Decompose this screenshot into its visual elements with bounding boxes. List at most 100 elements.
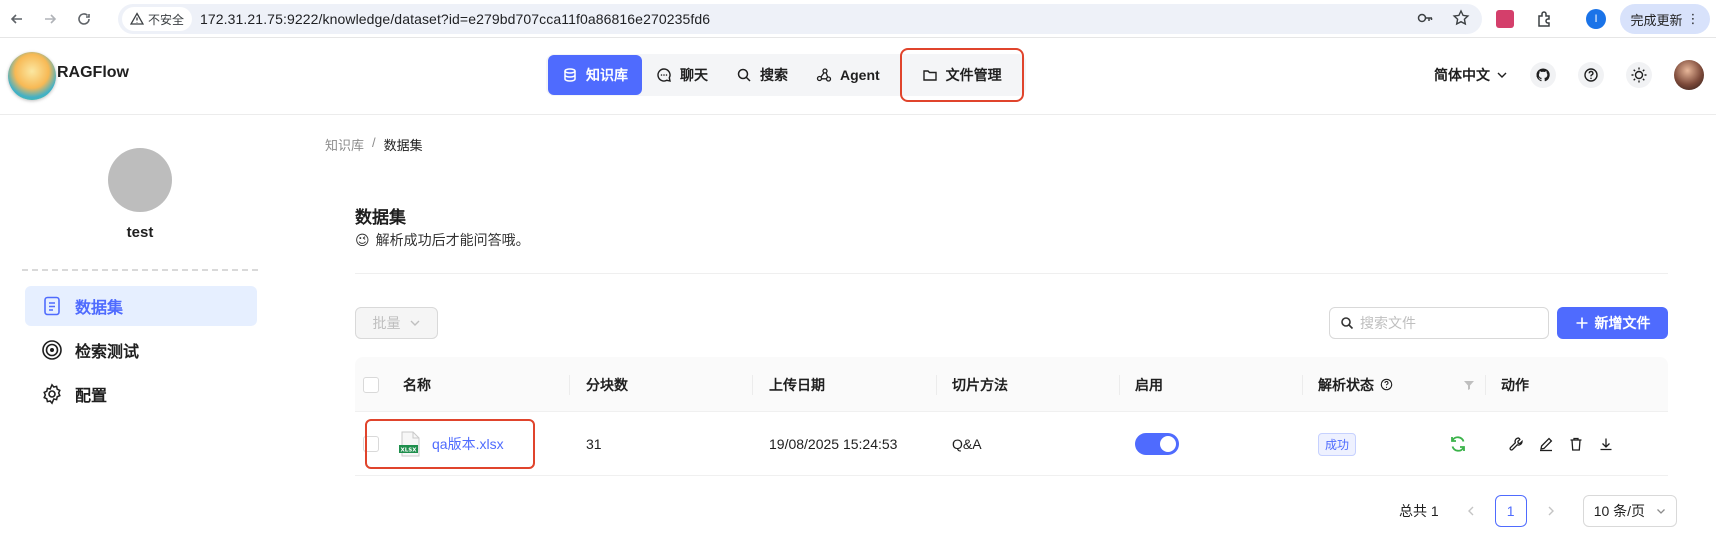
sidebar-item-config-label: 配置 <box>75 388 108 405</box>
nav-chat[interactable]: 聊天 <box>642 55 722 95</box>
sidebar-item-config[interactable]: 配置 <box>25 374 257 414</box>
column-status[interactable]: 解析状态 <box>1318 357 1393 412</box>
breadcrumb: 知识库 / 数据集 <box>325 135 423 154</box>
pagination: 总共 1 1 10 条/页 <box>1399 495 1677 527</box>
download-icon[interactable] <box>1598 436 1614 452</box>
user-avatar[interactable] <box>1674 60 1704 90</box>
extensions-icon[interactable] <box>1535 9 1555 32</box>
sidebar-item-dataset-label: 数据集 <box>75 300 124 317</box>
column-parser[interactable]: 切片方法 <box>952 357 1008 412</box>
theme-toggle-sun-icon[interactable] <box>1626 62 1652 88</box>
nav-knowledge-base[interactable]: 知识库 <box>548 55 642 95</box>
address-bar[interactable]: 不安全 172.31.21.75:9222/knowledge/dataset?… <box>118 4 1482 34</box>
file-name-link[interactable]: qa版本.xlsx <box>432 434 504 454</box>
column-chunks[interactable]: 分块数 <box>586 357 628 412</box>
wink-emoji-icon: 😉 <box>355 231 370 248</box>
sidebar: test 数据集 检索测试 配置 <box>0 116 280 548</box>
nav-search[interactable]: 搜索 <box>722 55 802 95</box>
help-icon[interactable] <box>1578 62 1604 88</box>
nav-file-management-label: 文件管理 <box>945 67 1002 83</box>
row-actions <box>1508 412 1614 476</box>
url-text[interactable]: 172.31.21.75:9222/knowledge/dataset?id=e… <box>200 11 710 27</box>
profile-avatar[interactable]: I <box>1586 9 1606 29</box>
enabled-toggle[interactable] <box>1135 412 1179 476</box>
language-label: 简体中文 <box>1434 67 1490 83</box>
header-actions: 简体中文 <box>1434 60 1704 90</box>
toggle-switch[interactable] <box>1135 433 1179 455</box>
file-type-label: XLSX <box>401 448 418 454</box>
more-vertical-icon: ⋮ <box>1686 11 1700 26</box>
reparse-icon[interactable] <box>1448 412 1468 476</box>
column-upload-date[interactable]: 上传日期 <box>769 357 825 412</box>
breadcrumb-separator: / <box>372 135 376 150</box>
column-status-label: 解析状态 <box>1318 376 1374 393</box>
xlsx-file-icon: XLSX <box>399 431 420 457</box>
forward-icon[interactable] <box>38 7 62 31</box>
select-all-checkbox[interactable] <box>363 357 379 412</box>
column-enabled[interactable]: 启用 <box>1135 357 1163 412</box>
page-size-select[interactable]: 10 条/页 <box>1582 495 1677 527</box>
page-title: 数据集 <box>355 208 406 227</box>
ragflow-logo[interactable] <box>8 52 56 100</box>
sidebar-item-retrieval-test-label: 检索测试 <box>75 344 140 361</box>
reload-icon[interactable] <box>72 7 96 31</box>
translate-extension-icon[interactable] <box>1496 10 1514 28</box>
table-header: 名称 分块数 上传日期 切片方法 启用 解析状态 动作 <box>355 357 1668 412</box>
document-icon <box>44 296 60 316</box>
add-file-label: 新增文件 <box>1594 315 1651 331</box>
sidebar-item-retrieval-test[interactable]: 检索测试 <box>25 330 257 370</box>
nav-agent[interactable]: Agent <box>802 55 894 95</box>
add-file-button[interactable]: 新增文件 <box>1557 307 1668 339</box>
search-icon <box>737 68 751 82</box>
bulk-actions-button[interactable]: 批量 <box>355 307 438 339</box>
page-tip-text: 解析成功后才能问答哦。 <box>375 232 530 248</box>
column-divider <box>1302 375 1303 395</box>
file-search[interactable] <box>1329 307 1549 339</box>
edit-icon[interactable] <box>1538 436 1554 452</box>
page-number-button[interactable]: 1 <box>1494 495 1527 527</box>
chevron-down-icon <box>1656 509 1665 514</box>
info-icon[interactable] <box>1380 378 1393 391</box>
page-tip: 😉 解析成功后才能问答哦。 <box>355 230 530 250</box>
previous-page-icon[interactable] <box>1455 495 1487 527</box>
update-button[interactable]: 完成更新 ⋮ <box>1620 4 1710 34</box>
security-indicator[interactable]: 不安全 <box>122 7 193 31</box>
chevron-down-icon <box>410 320 419 326</box>
column-actions: 动作 <box>1501 376 1529 393</box>
filter-icon[interactable] <box>1463 357 1475 412</box>
knowledge-base-name: test <box>126 224 154 241</box>
delete-icon[interactable] <box>1568 436 1584 452</box>
knowledge-base-avatar <box>108 148 172 212</box>
wrench-icon[interactable] <box>1508 436 1524 452</box>
language-selector[interactable]: 简体中文 <box>1434 65 1508 85</box>
nav-file-management[interactable]: 文件管理 <box>899 48 1024 102</box>
column-divider <box>1485 375 1486 395</box>
main-nav: 知识库 聊天 搜索 Agent 文件管理 <box>546 48 1026 102</box>
column-divider <box>569 375 570 395</box>
chevron-down-icon <box>1497 72 1507 78</box>
key-icon[interactable] <box>1416 9 1434 27</box>
bulk-actions-label: 批量 <box>372 315 401 331</box>
column-divider <box>1119 375 1120 395</box>
folder-icon <box>922 70 937 81</box>
gear-icon <box>43 383 61 405</box>
column-name[interactable]: 名称 <box>403 357 431 412</box>
parse-status: 成功 <box>1318 412 1357 476</box>
search-icon <box>1341 317 1354 330</box>
github-icon[interactable] <box>1530 62 1556 88</box>
file-name-cell[interactable]: XLSX qa版本.xlsx <box>365 419 535 469</box>
browser-toolbar: 不安全 172.31.21.75:9222/knowledge/dataset?… <box>0 0 1716 38</box>
sidebar-item-dataset[interactable]: 数据集 <box>25 286 257 326</box>
back-icon[interactable] <box>5 7 29 31</box>
nav-chat-label: 聊天 <box>680 67 708 83</box>
plus-icon <box>1576 317 1587 329</box>
parser-method[interactable]: Q&A <box>952 412 982 476</box>
file-search-input[interactable] <box>1360 315 1530 331</box>
next-page-icon[interactable] <box>1535 495 1567 527</box>
brand-name: RAGFlow <box>57 64 129 81</box>
page-size-label: 10 条/页 <box>1593 503 1646 519</box>
files-table: 名称 分块数 上传日期 切片方法 启用 解析状态 动作 XLSX qa版本.xl… <box>355 357 1668 476</box>
star-icon[interactable] <box>1452 9 1470 27</box>
breadcrumb-parent[interactable]: 知识库 <box>325 135 364 154</box>
status-badge: 成功 <box>1318 432 1357 456</box>
